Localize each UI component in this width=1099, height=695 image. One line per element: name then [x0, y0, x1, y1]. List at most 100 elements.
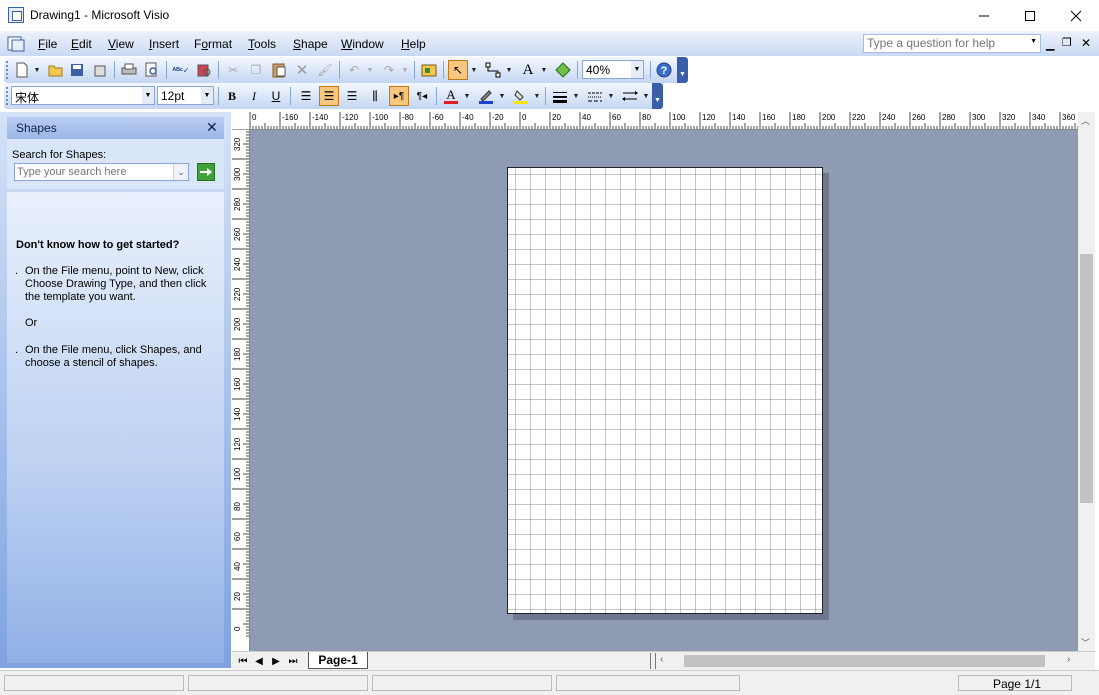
vertical-scroll-thumb[interactable] — [1080, 254, 1093, 503]
pointer-tool-dropdown[interactable]: ▼ — [470, 60, 478, 80]
menu-format[interactable]: Format — [194, 37, 232, 51]
menu-tools[interactable]: Tools — [248, 37, 276, 51]
menu-insert[interactable]: Insert — [149, 37, 179, 51]
align-right-button[interactable]: ☰ — [342, 86, 362, 106]
font-size-combo[interactable]: 12pt ▼ — [157, 86, 214, 105]
doc-minimize-button[interactable]: ▁ — [1046, 38, 1054, 51]
vertical-scrollbar[interactable]: ︿ ﹀ — [1078, 112, 1095, 651]
line-ends-dropdown[interactable]: ▼ — [642, 86, 650, 106]
left-to-right-button[interactable]: ▸¶ — [389, 86, 409, 106]
document-menu-icon[interactable] — [6, 35, 28, 53]
previous-page-icon[interactable]: ◀ — [252, 654, 266, 668]
drawing-canvas[interactable] — [250, 130, 1078, 651]
align-center-button[interactable]: ☰ — [319, 86, 339, 106]
bold-button[interactable]: B — [222, 86, 242, 106]
pointer-tool-button[interactable]: ↖ — [448, 60, 468, 80]
line-weight-dropdown[interactable]: ▼ — [572, 86, 580, 106]
text-block-button[interactable]: ⫼ — [365, 86, 385, 106]
help-dropdown-arrow-icon[interactable]: ▼ — [1030, 38, 1037, 45]
undo-button[interactable]: ↶ — [344, 60, 364, 80]
vertical-ruler[interactable]: 320 300 280 260 240 220 200 180 160 140 120 100 80 60… — [232, 129, 250, 651]
menu-file[interactable]: File — [38, 37, 57, 51]
format-painter-button[interactable]: 🖌 — [315, 60, 335, 80]
copy-button[interactable]: ❐ — [246, 60, 266, 80]
line-pattern-button[interactable] — [585, 86, 605, 106]
horizontal-ruler[interactable]: 0 -160 -140 -120 -100 -80 -60 -40 -20 0 20 40 60 80 10… — [232, 112, 1078, 130]
maximize-button[interactable] — [1007, 0, 1053, 31]
shapes-pane-close-icon[interactable]: ✕ — [206, 119, 218, 136]
fill-color-button[interactable] — [511, 86, 531, 106]
toolbar-grip[interactable] — [6, 61, 11, 79]
redo-button[interactable]: ↷ — [379, 60, 399, 80]
scroll-up-icon[interactable]: ︿ — [1081, 114, 1090, 127]
line-pattern-dropdown[interactable]: ▼ — [607, 86, 615, 106]
cut-button[interactable]: ✂ — [223, 60, 243, 80]
scroll-down-icon[interactable]: ﹀ — [1081, 636, 1090, 649]
font-combo[interactable]: 宋体 ▼ — [11, 86, 155, 105]
undo-dropdown[interactable]: ▼ — [366, 60, 374, 80]
font-color-dropdown[interactable]: ▼ — [463, 86, 471, 106]
scroll-right-icon[interactable]: › — [1067, 654, 1070, 665]
new-button[interactable] — [12, 60, 32, 80]
zoom-dropdown-arrow-icon[interactable]: ▼ — [631, 61, 643, 78]
underline-button[interactable]: U — [266, 86, 286, 106]
toolbar-options-button[interactable]: ▼ — [677, 57, 688, 83]
open-button[interactable] — [46, 60, 66, 80]
help-button[interactable]: ? — [654, 60, 674, 80]
connector-tool-dropdown[interactable]: ▼ — [505, 60, 513, 80]
menu-help[interactable]: Help — [401, 37, 426, 51]
line-weight-button[interactable] — [550, 86, 570, 106]
text-tool-dropdown[interactable]: ▼ — [540, 60, 548, 80]
search-shapes-input[interactable] — [17, 165, 167, 179]
formatting-toolbar-options-button[interactable]: ▼ — [652, 83, 663, 109]
paste-button[interactable] — [269, 60, 289, 80]
doc-close-button[interactable]: ✕ — [1081, 36, 1091, 50]
save-button[interactable] — [67, 60, 87, 80]
research-button[interactable] — [194, 60, 214, 80]
connector-tool-button[interactable] — [483, 60, 503, 80]
last-page-icon[interactable]: ⏭ — [286, 654, 300, 668]
search-dropdown-chevron-icon[interactable]: ⌄ — [173, 164, 188, 180]
first-page-icon[interactable]: ⏮ — [236, 654, 250, 668]
search-shapes-field[interactable]: ⌄ — [14, 163, 189, 181]
search-go-button[interactable] — [197, 163, 215, 181]
line-ends-button[interactable] — [620, 86, 640, 106]
next-page-icon[interactable]: ▶ — [269, 654, 283, 668]
close-button[interactable] — [1053, 0, 1099, 31]
line-color-button[interactable] — [476, 86, 496, 106]
new-dropdown[interactable]: ▼ — [33, 60, 41, 80]
help-question-box[interactable]: ▼ — [863, 34, 1041, 53]
fill-color-dropdown[interactable]: ▼ — [533, 86, 541, 106]
right-to-left-button[interactable]: ¶◂ — [412, 86, 432, 106]
font-color-button[interactable]: A — [441, 86, 461, 106]
doc-restore-button[interactable]: ❐ — [1062, 36, 1072, 49]
spelling-button[interactable]: ᴬᴮᶜ✓ — [171, 60, 191, 80]
zoom-combo[interactable]: 40% ▼ — [582, 60, 644, 79]
pointer-shape-button[interactable] — [553, 60, 573, 80]
font-dropdown-arrow-icon[interactable]: ▼ — [142, 87, 154, 104]
print-preview-button[interactable] — [142, 60, 162, 80]
horizontal-scroll-thumb[interactable] — [684, 655, 1045, 667]
visio-app-icon[interactable] — [8, 7, 24, 23]
redo-dropdown[interactable]: ▼ — [401, 60, 409, 80]
font-size-dropdown-arrow-icon[interactable]: ▼ — [201, 87, 213, 104]
permission-button[interactable] — [90, 60, 110, 80]
page-tab[interactable]: Page-1 — [308, 652, 368, 669]
delete-button[interactable]: ✕ — [292, 60, 312, 80]
menu-window[interactable]: Window — [341, 37, 384, 51]
menu-view[interactable]: View — [108, 37, 134, 51]
scroll-left-icon[interactable]: ‹ — [660, 654, 663, 665]
drawing-page[interactable] — [507, 167, 823, 614]
print-button[interactable] — [119, 60, 139, 80]
italic-button[interactable]: I — [244, 86, 264, 106]
menu-edit[interactable]: Edit — [71, 37, 92, 51]
align-left-button[interactable]: ☰ — [296, 86, 316, 106]
tab-split-handle[interactable] — [650, 653, 656, 669]
menu-shape[interactable]: Shape — [293, 37, 328, 51]
shapes-pane-body: Don't know how to get started? . On the … — [7, 192, 224, 663]
text-tool-button[interactable]: A — [518, 60, 538, 80]
help-question-input[interactable] — [864, 35, 1030, 51]
minimize-button[interactable] — [961, 0, 1007, 31]
shapes-window-button[interactable] — [419, 60, 439, 80]
line-color-dropdown[interactable]: ▼ — [498, 86, 506, 106]
